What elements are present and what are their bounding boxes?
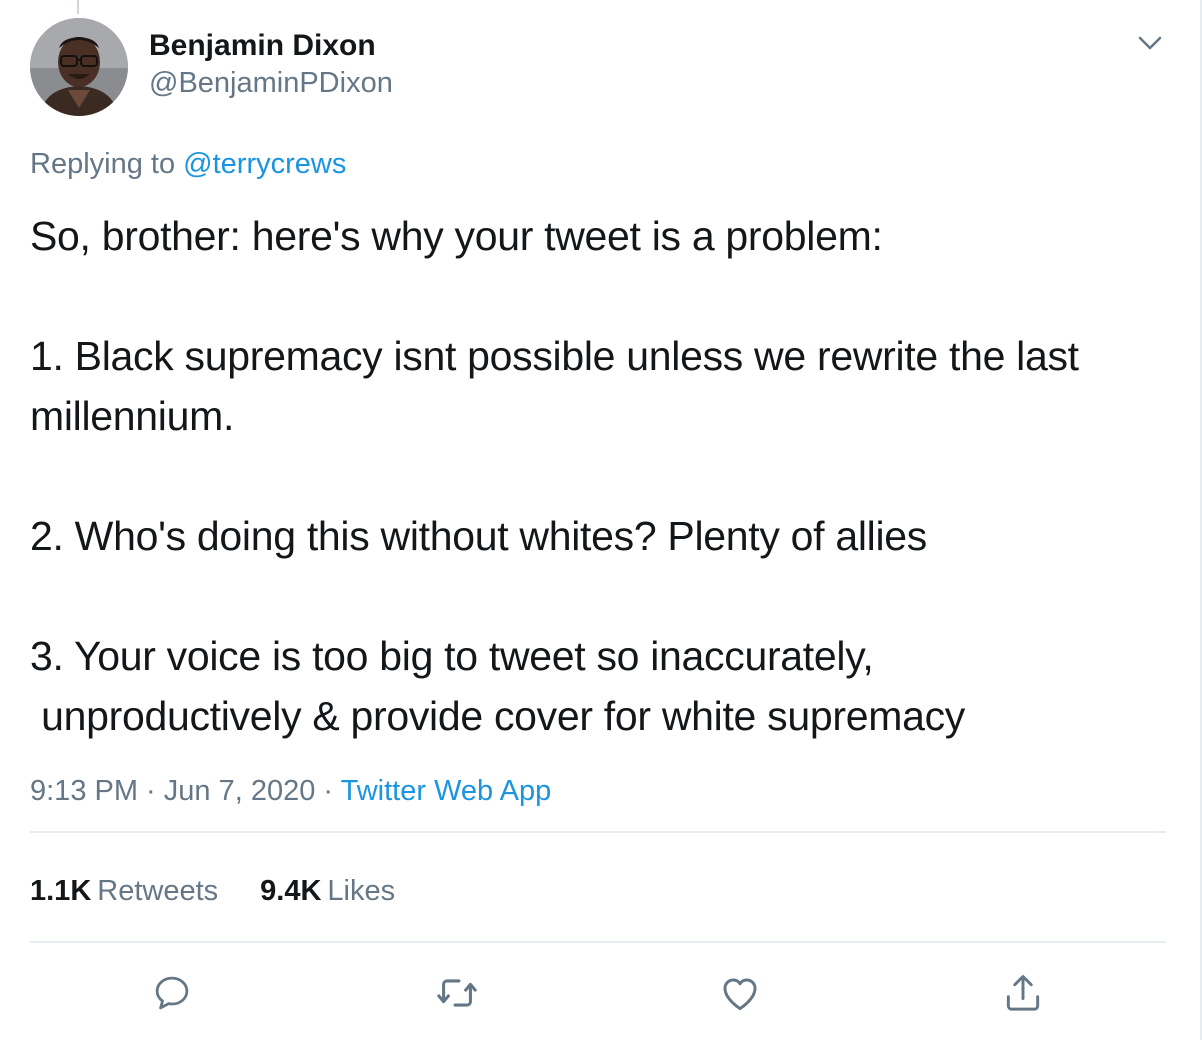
retweets-stat[interactable]: 1.1K Retweets: [30, 875, 218, 908]
meta-separator: ·: [315, 775, 341, 807]
divider: [30, 831, 1166, 833]
retweets-count: 1.1K: [30, 875, 92, 907]
replying-to-handle-link[interactable]: @terrycrews: [183, 148, 346, 180]
reply-icon: [155, 976, 189, 1010]
retweet-button[interactable]: [434, 970, 480, 1016]
tweet-time[interactable]: 9:13 PM: [30, 775, 138, 807]
share-icon: [1006, 975, 1040, 1011]
likes-stat[interactable]: 9.4K Likes: [260, 875, 395, 908]
reply-button[interactable]: [149, 970, 195, 1016]
likes-label: Likes: [327, 875, 396, 907]
tweet-meta: 9:13 PM · Jun 7, 2020 · Twitter Web App: [30, 775, 551, 808]
like-button[interactable]: [717, 970, 763, 1016]
retweet-icon: [437, 979, 477, 1007]
meta-separator: ·: [138, 775, 164, 807]
replying-to-prefix: Replying to: [30, 148, 184, 180]
retweets-label: Retweets: [97, 875, 219, 907]
likes-count: 9.4K: [260, 875, 322, 907]
tweet-date[interactable]: Jun 7, 2020: [164, 775, 316, 807]
avatar[interactable]: [30, 18, 128, 116]
tweet-text: So, brother: here's why your tweet is a …: [30, 213, 1079, 739]
thread-connector-line: [77, 0, 79, 14]
author-display-name[interactable]: Benjamin Dixon: [149, 29, 376, 63]
replying-to-line: Replying to @terrycrews: [30, 148, 346, 181]
share-button[interactable]: [1000, 970, 1046, 1016]
author-handle[interactable]: @BenjaminPDixon: [149, 67, 393, 100]
heart-icon: [723, 978, 757, 1011]
chevron-down-icon[interactable]: [1132, 28, 1168, 58]
tweet-source-link[interactable]: Twitter Web App: [341, 775, 552, 807]
tweet-stats: 1.1K Retweets 9.4K Likes: [30, 875, 395, 908]
divider: [30, 941, 1166, 943]
